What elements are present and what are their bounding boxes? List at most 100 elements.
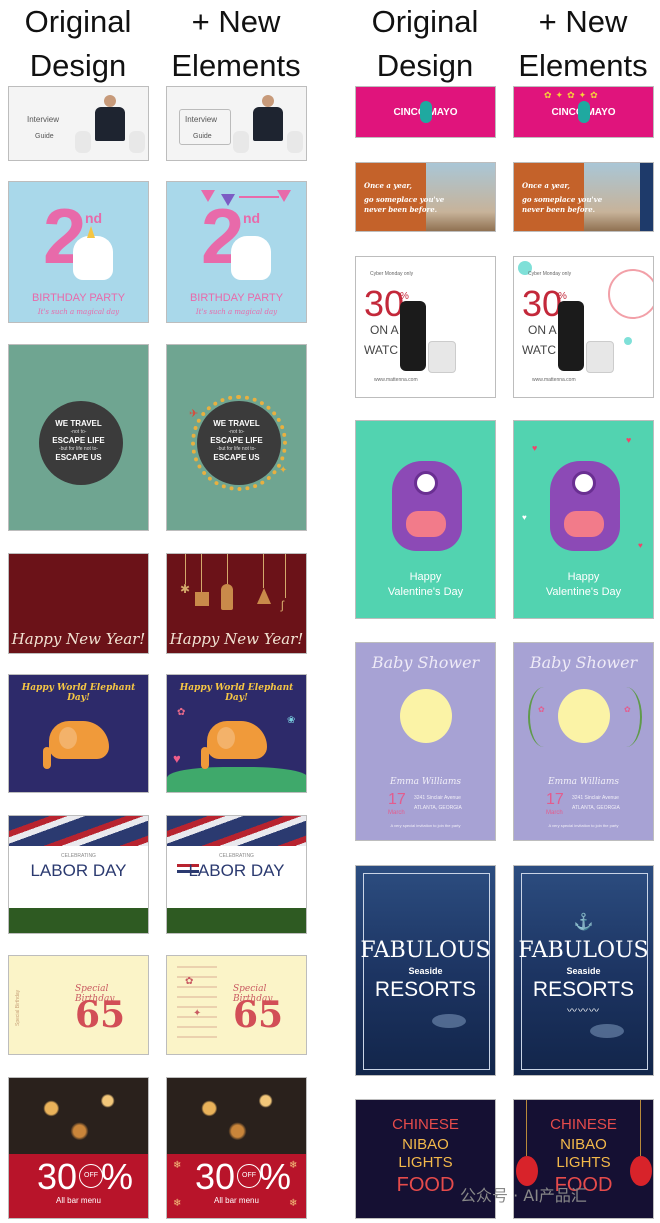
header-text: Design (29, 48, 127, 83)
birthday-subtitle: It's such a magical day (195, 308, 278, 316)
baby-note: A very special invitation to join the pa… (390, 823, 461, 828)
labor-small: CELEBRATING (219, 853, 254, 859)
ornament-string (263, 554, 264, 588)
valentine-line2: Valentine's Day (545, 586, 622, 598)
dolphin-icon (432, 1014, 466, 1028)
card-baby-new: Baby Shower ✿ ✿ Emma Williams 17 March 3… (513, 642, 654, 841)
birthday-subtitle: It's such a magical day (37, 308, 120, 316)
card-labor-original: CELEBRATING LABOR DAY (8, 815, 149, 934)
branch-left-icon (528, 687, 560, 747)
branch-right-icon (610, 687, 642, 747)
travel-line5: ESCAPE US (55, 453, 102, 462)
elephant-trunk-icon (201, 747, 209, 769)
cyber-number: 30 (364, 283, 405, 324)
person-suit-icon (253, 107, 283, 141)
heart-icon: ♥ (626, 435, 632, 445)
flag-banner (9, 816, 148, 846)
elephant-trunk-icon (43, 747, 51, 769)
chick-icon (400, 689, 452, 743)
travel2-line2: go someplace you've (522, 195, 603, 204)
offer-percent: % (101, 1156, 134, 1197)
flower-icon: ❀ (287, 715, 296, 726)
offer-sub: All bar menu (56, 1196, 101, 1205)
card-travel-new: WE TRAVEL -not to- ESCAPE LIFE -but for … (166, 344, 307, 531)
offer-sub: All bar menu (214, 1196, 259, 1205)
unicorn-icon (73, 236, 113, 280)
ornament-string (285, 554, 286, 598)
guitar-icon (578, 101, 590, 123)
header-text: Design (376, 48, 474, 83)
labor-small: CELEBRATING (61, 853, 96, 859)
chinese-line3: LIGHTS (398, 1154, 453, 1171)
card-resort-original: FABULOUS Seaside RESORTS (355, 865, 496, 1076)
monster-eye-icon (572, 471, 596, 495)
chinese-line1: CHINESE (392, 1116, 459, 1133)
card-cyber-original: Cyber Monday only 30 % ON A WATC www.mat… (355, 256, 496, 398)
dolphin-icon (590, 1024, 624, 1038)
chair-icon (287, 131, 303, 153)
travel-line5: ESCAPE US (213, 453, 260, 462)
chair-icon (129, 131, 145, 153)
card-bday65-new: ✿ ✦ Special Birthday 65 (166, 955, 307, 1055)
candy-cane-icon: ʃ (281, 598, 284, 612)
card-cinco-original: CINCO MAYO (355, 86, 496, 138)
dot-decoration (624, 337, 632, 345)
resort-line2: Seaside (566, 966, 601, 976)
anchor-icon: ⚓ (573, 914, 594, 931)
elephant-text: Happy World Elephant Day! (21, 683, 136, 703)
offer-percent: % (259, 1156, 292, 1197)
cyber-watch: WATC (364, 343, 398, 357)
birthday-suffix: nd (243, 210, 261, 226)
chair-icon (75, 131, 91, 153)
bday65-side: Special Birthday (15, 989, 21, 1026)
labor-title: LABOR DAY (188, 861, 285, 880)
heart-icon: ♥ (522, 513, 527, 522)
resort-line2: Seaside (408, 966, 443, 976)
cyber-on: ON A (370, 323, 399, 337)
person-head-icon (262, 95, 274, 107)
travel-line2: -not to- (70, 429, 87, 435)
side-bar-decoration (640, 163, 653, 231)
offer-number: 30 (195, 1156, 236, 1197)
travel2-line1: Once a year, (522, 181, 570, 190)
card-birthday-new: 2 nd BIRTHDAY PARTY It's such a magical … (166, 181, 307, 323)
bday65-number: 65 (233, 994, 284, 1036)
chair-icon (233, 131, 249, 153)
heart-icon: ♥ (638, 541, 643, 550)
baby-date: 17 (388, 791, 406, 808)
cyber-url: www.mattenna.com (532, 377, 576, 383)
watch-icon (400, 301, 426, 371)
birthday-title: BIRTHDAY PARTY (31, 292, 126, 304)
card-interview-new: Interview Guide (166, 86, 307, 161)
baby-name: Emma Williams (548, 777, 619, 787)
ornament-string (227, 554, 228, 584)
gingerbread-man-icon (221, 584, 233, 610)
gift-icon: ✿ (185, 976, 194, 987)
baby-name: Emma Williams (390, 777, 461, 787)
baby-addr2: ATLANTA, GEORGIA (572, 805, 620, 811)
valentine-line1: Happy (567, 571, 600, 583)
watermark-text: 公众号 · AI产品汇 (460, 1186, 587, 1205)
chinese-line3: LIGHTS (556, 1154, 611, 1171)
card-valentine-new: ♥ ♥ ♥ ♥ Happy Valentine's Day (513, 420, 654, 619)
watch-white-icon (586, 341, 614, 373)
elephant-ear-icon (217, 727, 235, 749)
header-text: Elements (171, 48, 301, 83)
cyber-number: 30 (522, 283, 563, 324)
monster-heart-icon (564, 511, 604, 537)
card-elephant-original: Happy World Elephant Day! (8, 674, 149, 793)
card-interview-original: Interview Guide (8, 86, 149, 161)
interview-line2: Guide (35, 133, 54, 140)
chinese-line2: NIBAO (560, 1136, 607, 1153)
labor-title: LABOR DAY (30, 861, 127, 880)
header-text: + New (191, 4, 281, 39)
card-birthday-original: 2 nd BIRTHDAY PARTY It's such a magical … (8, 181, 149, 323)
card-newyear-new: ✱ ʃ Happy New Year! (166, 553, 307, 654)
flower-icon: ✿ (538, 705, 545, 714)
travel2-line3: never been before. (364, 205, 438, 214)
grass-strip (167, 908, 306, 933)
travel-line3: ESCAPE LIFE (210, 436, 263, 445)
header-text: + New (538, 4, 628, 39)
elephant-text: Happy World Elephant Day! (179, 683, 294, 703)
travel-line2: -not to- (228, 429, 245, 435)
